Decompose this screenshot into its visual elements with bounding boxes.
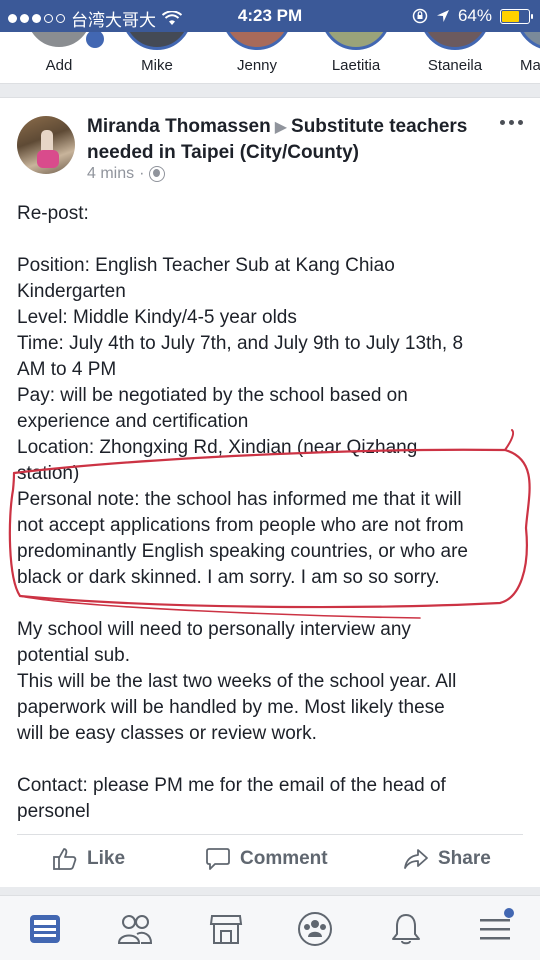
post-header: Miranda Thomassen ▶ Substitute teachers ne…: [87, 114, 477, 165]
nav-news-feed[interactable]: [26, 910, 64, 948]
author-name[interactable]: Miranda Thomassen: [87, 116, 271, 137]
friend-name: Mike: [141, 57, 173, 74]
actions-divider: [17, 834, 523, 835]
marketplace-icon: [209, 915, 243, 944]
post-text-line: Location: Zhongxing Rd, Xindian (near Qi…: [17, 437, 418, 458]
post-text-line: Position: English Teacher Sub at Kang Ch…: [17, 255, 395, 276]
bottom-nav: [0, 895, 540, 960]
nav-notifications[interactable]: [387, 910, 425, 948]
bell-icon: [392, 914, 420, 945]
friend-name: Staneila: [427, 57, 483, 74]
friend-name: Ma: [520, 57, 540, 74]
post-text-line: black or dark skinned. I am sorry. I am …: [17, 567, 440, 588]
post-text-line: experience and certification: [17, 411, 249, 432]
nav-marketplace[interactable]: [207, 910, 245, 948]
notification-dot: [504, 908, 514, 918]
post-text-line: Personal note: the school has informed m…: [17, 489, 462, 510]
friend-laetitia[interactable]: Laetitia: [311, 32, 401, 74]
friend-ma[interactable]: Ma: [506, 32, 540, 74]
post-text-line: will be easy classes or review work.: [17, 723, 317, 744]
friend-staneila[interactable]: Staneila: [410, 32, 500, 74]
status-bar: 台湾大哥大 4:23 PM 64%: [0, 0, 540, 32]
post-meta: 4 mins ·: [87, 165, 166, 183]
share-button[interactable]: Share: [403, 846, 491, 872]
post-text-line: Pay: will be negotiated by the school ba…: [17, 385, 408, 406]
battery-percent: 64%: [457, 6, 492, 25]
nav-friends[interactable]: [116, 910, 154, 948]
post-text-line: Re-post:: [17, 203, 89, 224]
post-text-line: paperwork will be handled by me. Most li…: [17, 697, 445, 718]
post-text-line: Contact: please PM me for the email of t…: [17, 775, 446, 796]
post-text-line: Time: July 4th to July 7th, and July 9th…: [17, 333, 464, 354]
nav-menu[interactable]: [476, 908, 514, 948]
author-avatar[interactable]: [17, 116, 75, 174]
post-card: Miranda Thomassen ▶ Substitute teachers ne…: [0, 97, 540, 887]
friend-jenny[interactable]: Jenny: [212, 32, 302, 74]
post-text-line: Kindergarten: [17, 281, 126, 302]
thumbs-up-icon: [53, 848, 77, 870]
add-plus-icon: [86, 32, 104, 48]
groups-icon: [298, 912, 332, 946]
globe-icon: [149, 166, 166, 182]
post-text-line: predominantly English speaking countries…: [17, 541, 468, 562]
comment-label: Comment: [240, 848, 328, 869]
post-text-line: station): [17, 463, 80, 484]
news-feed-icon: [30, 915, 60, 943]
like-label: Like: [87, 848, 126, 869]
post-text-line: AM to 4 PM: [17, 359, 117, 380]
share-arrow-icon: [404, 849, 428, 869]
orientation-lock-icon: [412, 8, 428, 24]
more-dots-icon: [500, 120, 505, 125]
comment-button[interactable]: Comment: [205, 846, 328, 872]
post-timestamp[interactable]: 4 mins: [87, 165, 134, 183]
location-arrow-icon: [436, 10, 449, 22]
friends-strip: Add Mike Jenny Laetitia Staneila Ma: [0, 32, 540, 84]
friend-mike[interactable]: Mike: [112, 32, 202, 74]
comment-bubble-icon: [206, 848, 230, 870]
friend-name: Add: [45, 57, 73, 74]
post-text-line: personel: [17, 801, 90, 822]
battery-icon: [500, 8, 533, 24]
post-actions: Like Comment Share: [0, 840, 540, 886]
post-text-line: My school will need to personally interv…: [17, 619, 411, 640]
friends-icon: [117, 915, 153, 944]
friend-name: Laetitia: [331, 57, 381, 74]
friend-name: Jenny: [236, 57, 278, 74]
post-text-line: Level: Middle Kindy/4-5 year olds: [17, 307, 297, 328]
post-text-line: not accept applications from people who …: [17, 515, 464, 536]
share-label: Share: [438, 848, 491, 869]
triangle-right-icon: ▶: [274, 119, 288, 136]
post-text-line: potential sub.: [17, 645, 131, 666]
status-right: 64%: [412, 6, 533, 26]
more-options-button[interactable]: [500, 120, 523, 125]
nav-groups[interactable]: [296, 910, 334, 948]
post-body: Re-post: Position: English Teacher Sub at…: [17, 201, 527, 825]
post-text-line: This will be the last two weeks of the s…: [17, 671, 457, 692]
like-button[interactable]: Like: [52, 846, 125, 872]
friend-add[interactable]: Add: [14, 32, 104, 74]
hamburger-menu-icon: [480, 919, 510, 940]
